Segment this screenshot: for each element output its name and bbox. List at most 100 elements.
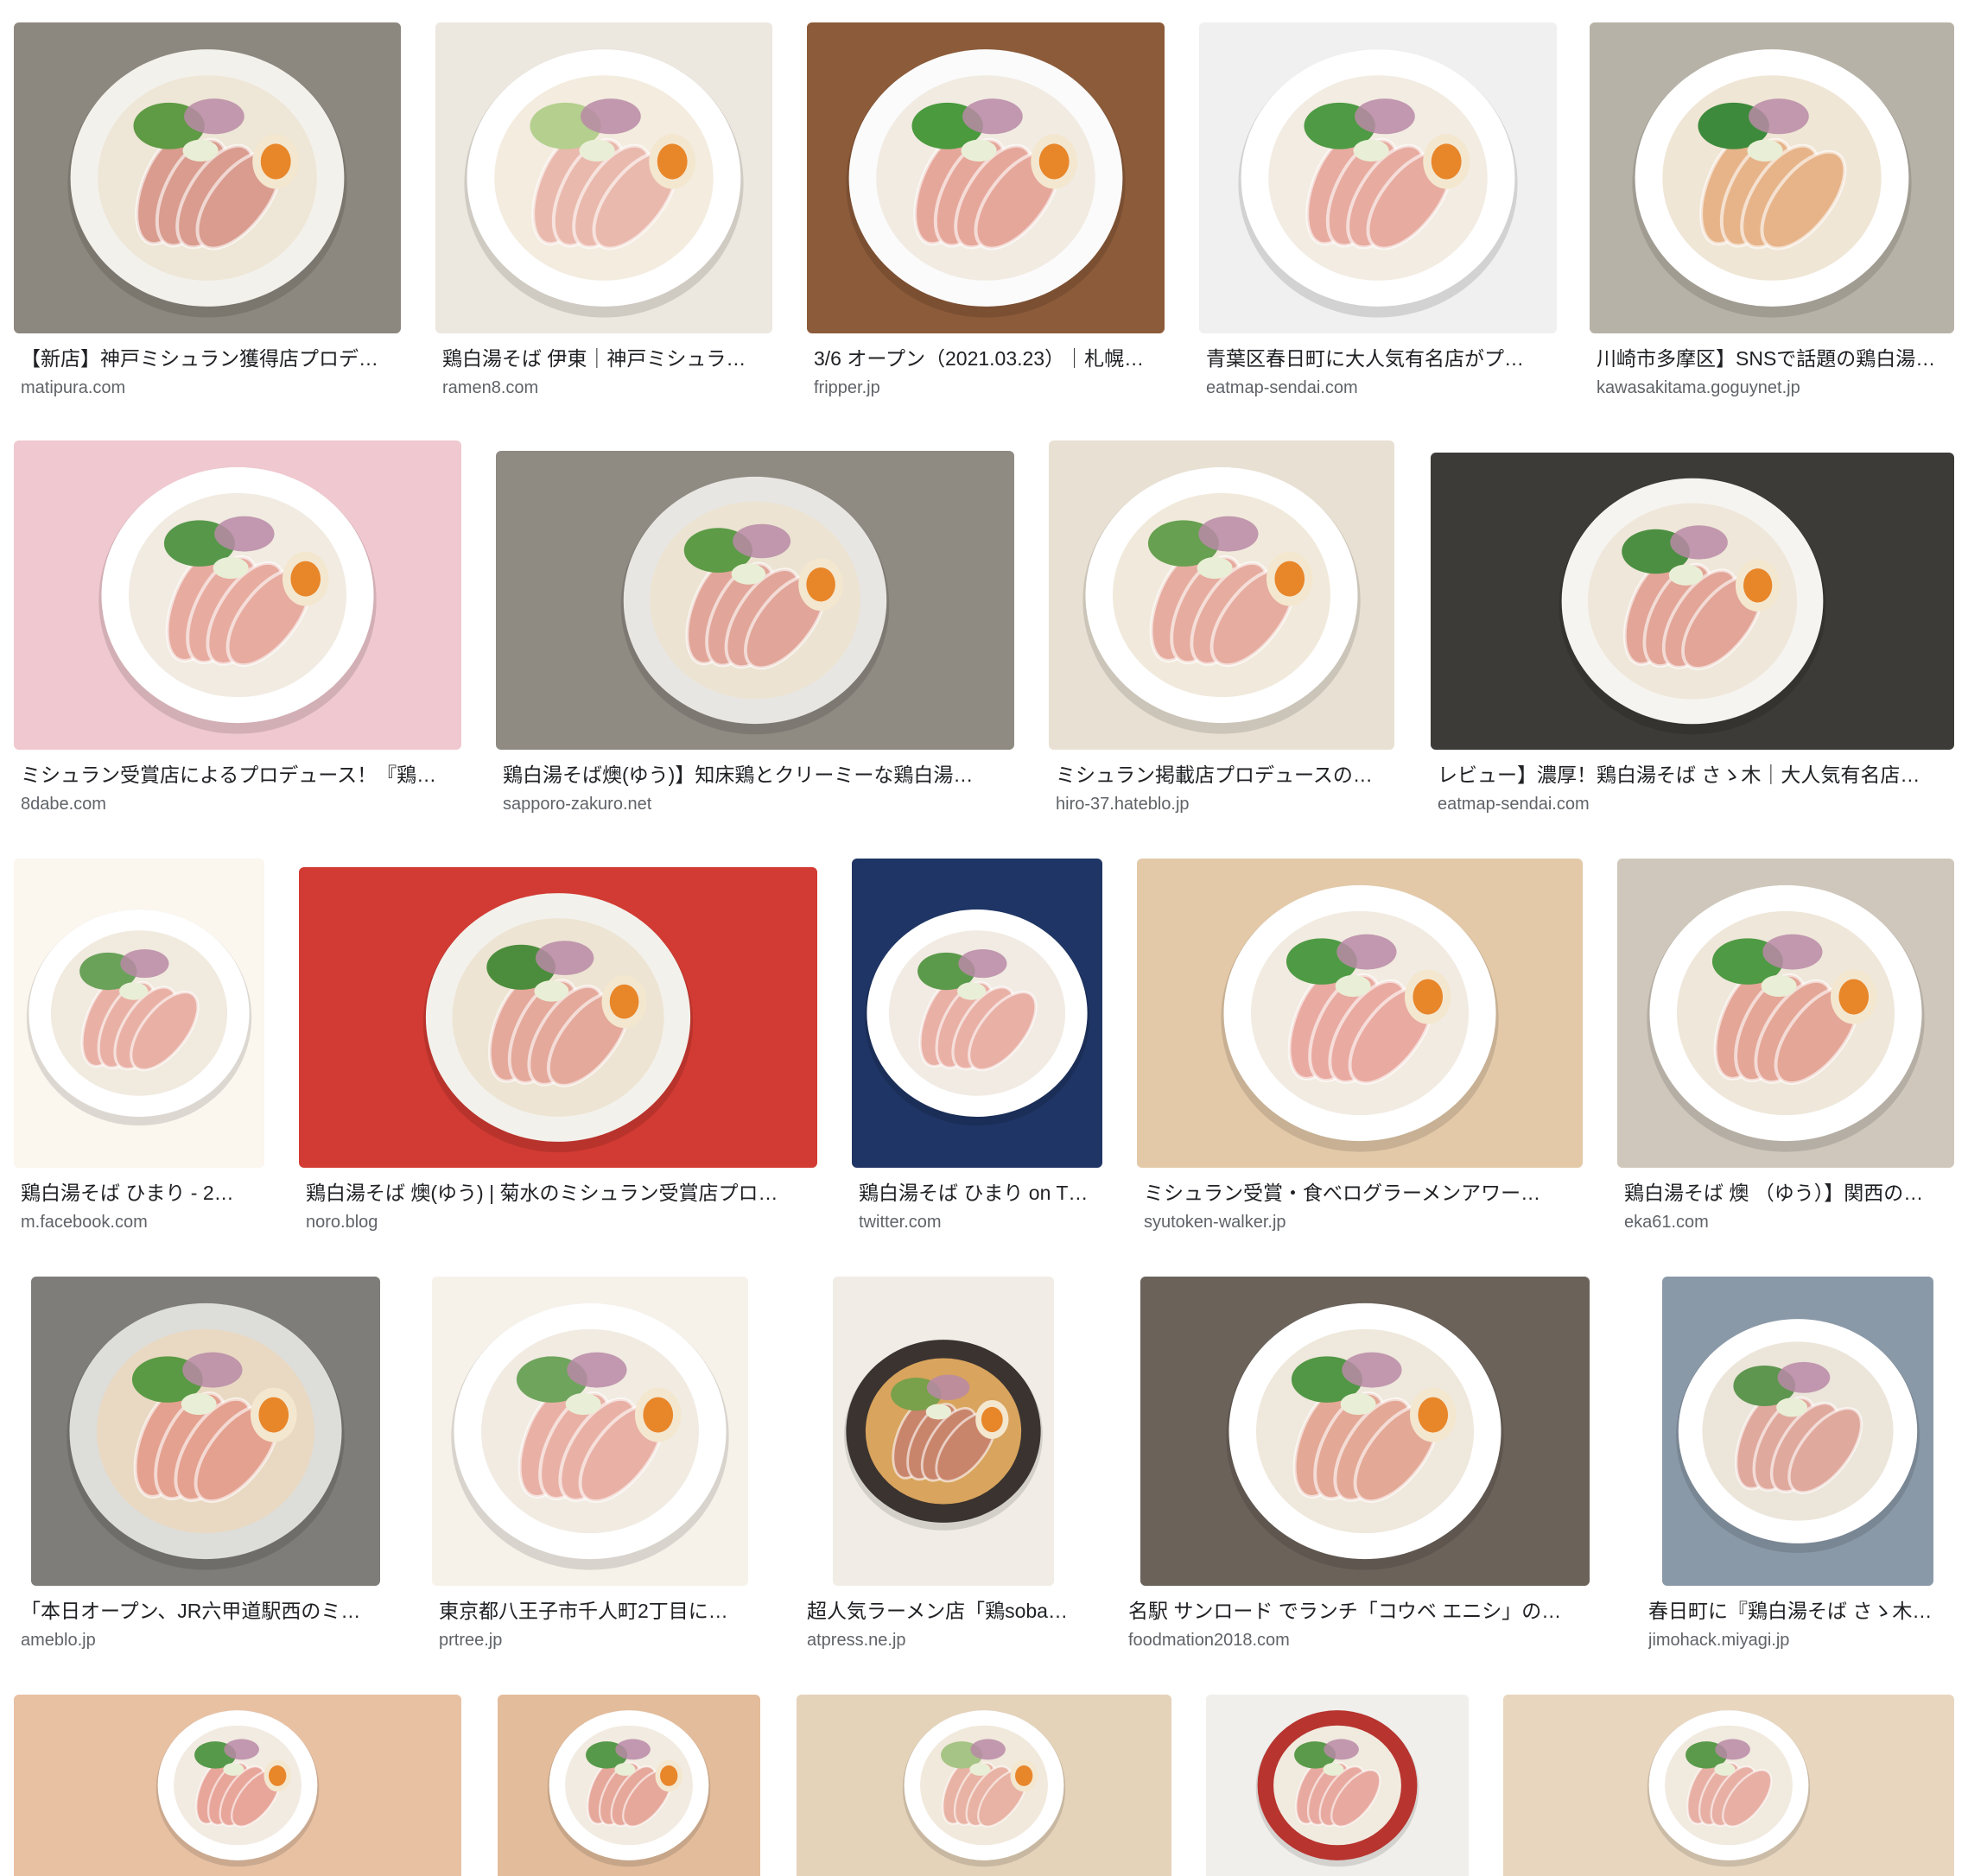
result-source[interactable]: twitter.com: [859, 1211, 1097, 1233]
result-tile[interactable]: [1503, 1695, 1954, 1876]
result-thumbnail[interactable]: [14, 1695, 461, 1876]
red-onion: [1342, 1352, 1402, 1388]
egg-yolk: [1418, 1397, 1449, 1433]
result-tile[interactable]: 3/6 オープン（2021.03.23）｜札幌… fripper.jp: [807, 22, 1165, 411]
result-tile[interactable]: 鶏白湯そば ひまり on T… twitter.com: [852, 859, 1102, 1247]
result-tile[interactable]: 鶏白湯そば 伊東｜神戸ミシュラ… ramen8.com: [435, 22, 772, 411]
result-thumbnail[interactable]: [496, 451, 1014, 750]
result-title[interactable]: 「本日オープン、JR六甲道駅西のミ…: [21, 1598, 392, 1624]
result-title[interactable]: 東京都八王子市千人町2丁目に…: [439, 1598, 760, 1624]
leek: [969, 1763, 991, 1776]
red-onion: [581, 98, 641, 135]
result-title[interactable]: 青葉区春日町に大人気有名店がプ…: [1206, 345, 1552, 371]
result-thumbnail[interactable]: [807, 22, 1165, 333]
result-title[interactable]: ミシュラン受賞店によるプロデュース！『鶏…: [21, 762, 456, 788]
ramen-photo: [435, 22, 772, 333]
result-source[interactable]: ameblo.jp: [21, 1629, 392, 1651]
result-tile[interactable]: [498, 1695, 760, 1876]
result-source[interactable]: sapporo-zakuro.net: [503, 793, 1009, 815]
result-tile[interactable]: 鶏白湯そば ひまり - 2… m.facebook.com: [14, 859, 264, 1247]
result-thumbnail[interactable]: [1662, 1277, 1933, 1586]
result-source[interactable]: syutoken-walker.jp: [1144, 1211, 1578, 1233]
ramen-photo: [1590, 22, 1954, 333]
result-title[interactable]: レビュー】濃厚！鶏白湯そば さゝ木｜大人気有名店…: [1438, 762, 1949, 788]
result-thumbnail[interactable]: [1617, 859, 1954, 1168]
result-source[interactable]: eatmap-sendai.com: [1206, 377, 1552, 399]
result-title[interactable]: 鶏白湯そば 燠 （ゆう）】関西の…: [1624, 1180, 1949, 1206]
result-tile[interactable]: 春日町に『鶏白湯そば さゝ木… jimohack.miyagi.jp: [1641, 1277, 1954, 1665]
result-source[interactable]: atpress.ne.jp: [807, 1629, 1082, 1651]
result-source[interactable]: hiro-37.hateblo.jp: [1056, 793, 1389, 815]
result-source[interactable]: eka61.com: [1624, 1211, 1949, 1233]
red-onion: [615, 1739, 651, 1760]
result-source[interactable]: eatmap-sendai.com: [1438, 793, 1949, 815]
result-title[interactable]: 鶏白湯そば燠(ゆう)】知床鶏とクリーミーな鶏白湯…: [503, 762, 1009, 788]
result-title[interactable]: 春日町に『鶏白湯そば さゝ木…: [1648, 1598, 1949, 1624]
result-tile[interactable]: 超人気ラーメン店「鶏soba… atpress.ne.jp: [800, 1277, 1087, 1665]
result-thumbnail[interactable]: [833, 1277, 1054, 1586]
result-thumbnail[interactable]: [432, 1277, 748, 1586]
result-source[interactable]: matipura.com: [21, 377, 396, 399]
result-source[interactable]: jimohack.miyagi.jp: [1648, 1629, 1949, 1651]
result-title[interactable]: ミシュラン掲載店プロデュースの…: [1056, 762, 1389, 788]
result-thumbnail[interactable]: [14, 22, 401, 333]
result-tile[interactable]: ミシュラン受賞店によるプロデュース！『鶏… 8dabe.com: [14, 440, 461, 829]
red-onion: [535, 941, 594, 976]
result-tile[interactable]: [797, 1695, 1171, 1876]
result-tile[interactable]: レビュー】濃厚！鶏白湯そば さゝ木｜大人気有名店… eatmap-sendai.…: [1431, 440, 1954, 829]
result-tile[interactable]: 東京都八王子市千人町2丁目に… prtree.jp: [432, 1277, 765, 1665]
result-thumbnail[interactable]: [435, 22, 772, 333]
result-tile[interactable]: 鶏白湯そば 燠 （ゆう）】関西の… eka61.com: [1617, 859, 1954, 1247]
result-title[interactable]: 名駅 サンロード でランチ「コウベ エニシ」の…: [1128, 1598, 1600, 1624]
result-title[interactable]: 鶏白湯そば ひまり - 2…: [21, 1180, 259, 1206]
result-title[interactable]: 【新店】神戸ミシュラン獲得店プロデ…: [21, 345, 396, 371]
result-thumbnail[interactable]: [31, 1277, 380, 1586]
result-tile[interactable]: 鶏白湯そば燠(ゆう)】知床鶏とクリーミーな鶏白湯… sapporo-zakuro…: [496, 440, 1014, 829]
result-source[interactable]: kawasakitama.goguynet.jp: [1597, 377, 1949, 399]
result-thumbnail[interactable]: [1199, 22, 1557, 333]
ramen-photo: [14, 1695, 461, 1876]
result-title[interactable]: 鶏白湯そば ひまり on T…: [859, 1180, 1097, 1206]
result-title[interactable]: ミシュラン受賞・食べログラーメンアワー…: [1144, 1180, 1578, 1206]
result-tile[interactable]: 川崎市多摩区】SNSで話題の鶏白湯… kawasakitama.goguynet…: [1590, 22, 1954, 411]
result-thumbnail[interactable]: [14, 440, 461, 750]
result-title[interactable]: 鶏白湯そば 燠(ゆう) | 菊水のミシュラン受賞店プロ…: [306, 1180, 812, 1206]
result-source[interactable]: m.facebook.com: [21, 1211, 259, 1233]
result-thumbnail[interactable]: [299, 867, 817, 1168]
egg-yolk: [657, 143, 688, 180]
result-source[interactable]: fripper.jp: [814, 377, 1159, 399]
result-tile[interactable]: ミシュラン掲載店プロデュースの… hiro-37.hateblo.jp: [1049, 440, 1394, 829]
result-source[interactable]: prtree.jp: [439, 1629, 760, 1651]
result-tile[interactable]: 青葉区春日町に大人気有名店がプ… eatmap-sendai.com: [1199, 22, 1557, 411]
result-source[interactable]: 8dabe.com: [21, 793, 456, 815]
result-source[interactable]: foodmation2018.com: [1128, 1629, 1600, 1651]
result-tile[interactable]: 名駅 サンロード でランチ「コウベ エニシ」の… foodmation2018.…: [1121, 1277, 1605, 1665]
result-tile[interactable]: [14, 1695, 461, 1876]
result-tile[interactable]: 鶏白湯そば 燠(ゆう) | 菊水のミシュラン受賞店プロ… noro.blog: [299, 859, 817, 1247]
result-thumbnail[interactable]: [1049, 440, 1394, 750]
result-thumbnail[interactable]: [1590, 22, 1954, 333]
result-thumbnail[interactable]: [797, 1695, 1171, 1876]
egg-yolk: [1038, 143, 1070, 180]
ramen-photo: [807, 22, 1165, 333]
ramen-photo: [496, 451, 1014, 750]
result-title[interactable]: 超人気ラーメン店「鶏soba…: [807, 1598, 1082, 1624]
result-title[interactable]: 川崎市多摩区】SNSで話題の鶏白湯…: [1597, 345, 1949, 371]
result-tile[interactable]: 「本日オープン、JR六甲道駅西のミ… ameblo.jp: [14, 1277, 397, 1665]
result-thumbnail[interactable]: [852, 859, 1102, 1168]
result-thumbnail[interactable]: [498, 1695, 760, 1876]
result-thumbnail[interactable]: [14, 859, 264, 1168]
result-thumbnail[interactable]: [1140, 1277, 1590, 1586]
result-thumbnail[interactable]: [1431, 453, 1954, 750]
result-tile[interactable]: 【新店】神戸ミシュラン獲得店プロデ… matipura.com: [14, 22, 401, 411]
result-title[interactable]: 鶏白湯そば 伊東｜神戸ミシュラ…: [442, 345, 767, 371]
result-thumbnail[interactable]: [1206, 1695, 1469, 1876]
result-tile[interactable]: ミシュラン受賞・食べログラーメンアワー… syutoken-walker.jp: [1137, 859, 1583, 1247]
result-source[interactable]: ramen8.com: [442, 377, 767, 399]
result-thumbnail[interactable]: [1503, 1695, 1954, 1876]
result-tile[interactable]: [1206, 1695, 1469, 1876]
red-onion: [733, 523, 791, 559]
result-title[interactable]: 3/6 オープン（2021.03.23）｜札幌…: [814, 345, 1159, 371]
result-thumbnail[interactable]: [1137, 859, 1583, 1168]
result-source[interactable]: noro.blog: [306, 1211, 812, 1233]
